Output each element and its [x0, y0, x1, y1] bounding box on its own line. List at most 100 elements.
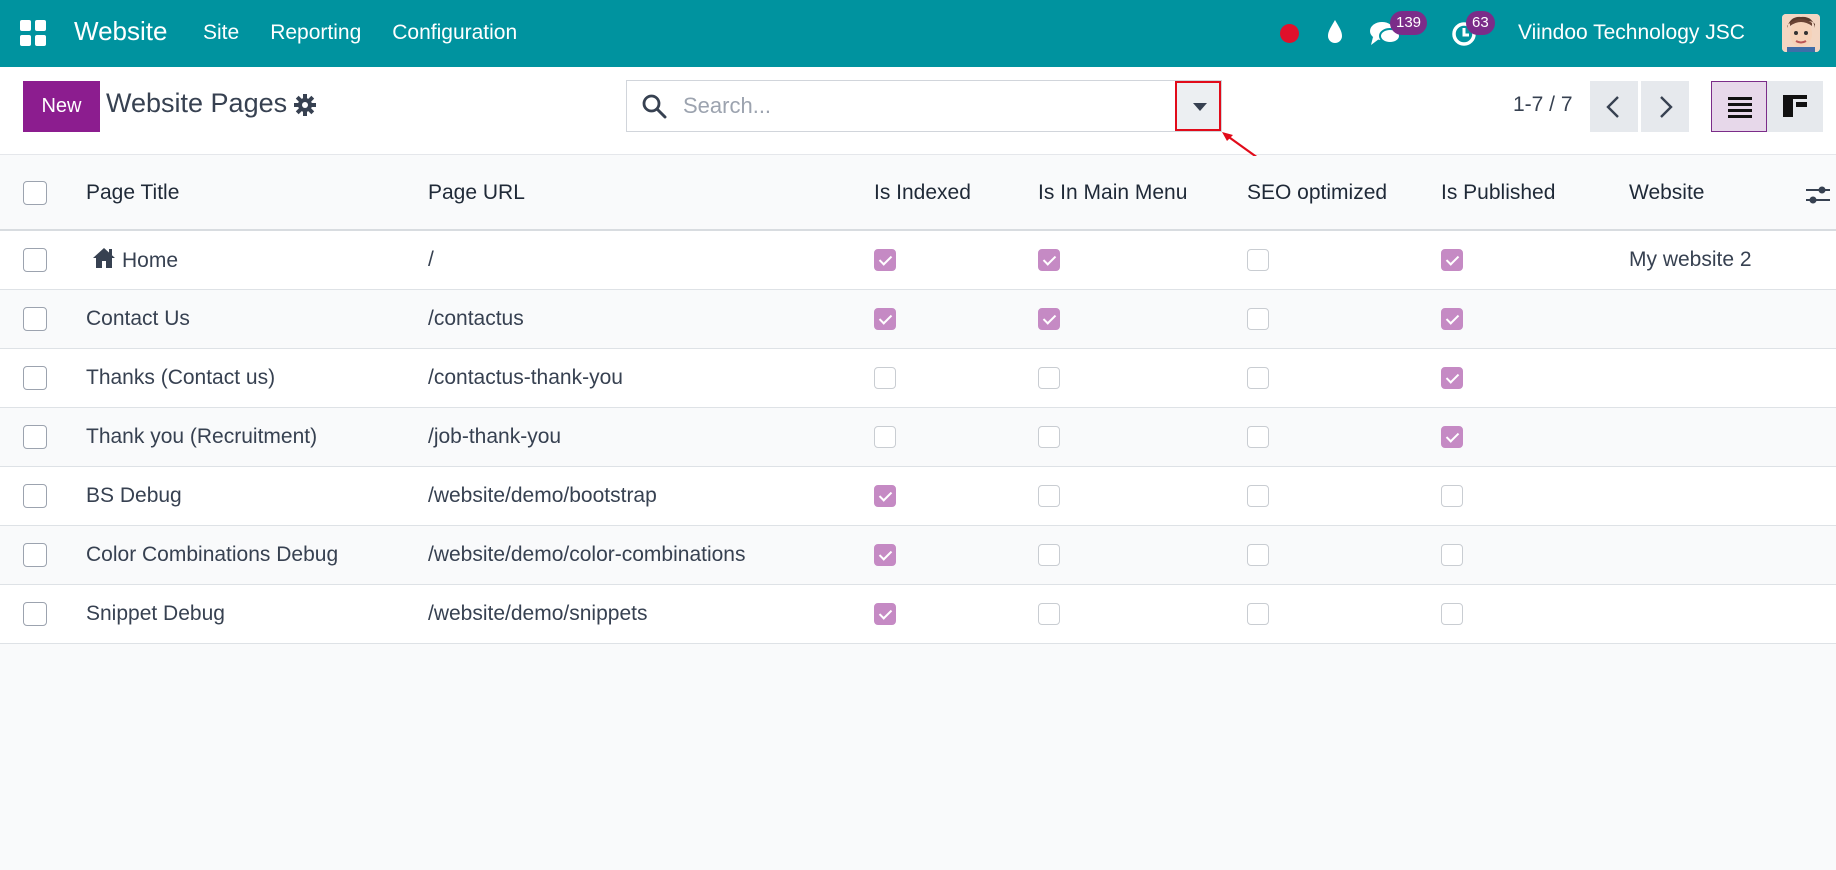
search-input[interactable] — [683, 91, 1183, 121]
row-select-checkbox[interactable] — [23, 601, 47, 626]
page-url-cell: /website/demo/color-combinations — [428, 542, 746, 566]
page-title-cell: Contact Us — [86, 306, 190, 330]
is-in-main-menu-checkbox — [1038, 484, 1060, 507]
table-row[interactable]: Thank you (Recruitment) /job-thank-you — [0, 407, 1836, 466]
optional-columns-icon[interactable] — [1804, 184, 1832, 206]
kanban-view-button[interactable] — [1767, 81, 1823, 132]
chevron-left-icon — [1606, 96, 1619, 118]
website-cell — [1629, 348, 1836, 407]
is-indexed-checkbox — [874, 307, 896, 330]
page-url-cell: /job-thank-you — [428, 424, 562, 448]
page-title-cell: BS Debug — [86, 483, 182, 507]
is-in-main-menu-checkbox — [1038, 366, 1060, 389]
pager-next-button[interactable] — [1641, 81, 1689, 132]
seo-optimized-checkbox — [1247, 307, 1269, 330]
website-cell — [1629, 289, 1836, 348]
messages-count-badge: 139 — [1390, 11, 1428, 35]
column-header-is-indexed[interactable]: Is Indexed — [874, 156, 1038, 230]
menu-item-reporting[interactable]: Reporting — [270, 21, 361, 45]
is-published-checkbox — [1441, 307, 1463, 330]
table-header-row: Page Title Page URL Is Indexed Is In Mai… — [0, 156, 1836, 230]
is-in-main-menu-checkbox — [1038, 249, 1060, 272]
search-options-toggle-button[interactable] — [1175, 81, 1221, 131]
is-published-checkbox — [1441, 602, 1463, 625]
page-title-cell: Color Combinations Debug — [86, 542, 339, 566]
control-panel: New Website Pages 1-7 / 7 — [0, 67, 1836, 159]
is-in-main-menu-checkbox — [1038, 307, 1060, 330]
list-view-icon — [1728, 97, 1752, 118]
table-row[interactable]: Home / My website 2 — [0, 230, 1836, 289]
user-avatar[interactable] — [1782, 14, 1820, 52]
seo-optimized-checkbox — [1247, 249, 1269, 272]
top-navbar: Website Site Reporting Configuration 139… — [0, 0, 1836, 67]
is-indexed-checkbox — [874, 366, 896, 389]
is-published-checkbox — [1441, 425, 1463, 448]
recording-indicator-icon[interactable] — [1280, 24, 1299, 43]
page-url-cell: /contactus — [428, 306, 524, 330]
row-select-checkbox[interactable] — [23, 483, 47, 508]
column-header-is-in-main-menu[interactable]: Is In Main Menu — [1038, 156, 1247, 230]
search-icon — [642, 94, 667, 119]
column-header-seo-optimized[interactable]: SEO optimized — [1247, 156, 1441, 230]
is-indexed-checkbox — [874, 425, 896, 448]
table-row[interactable]: BS Debug/website/demo/bootstrap — [0, 466, 1836, 525]
is-indexed-checkbox — [874, 249, 896, 272]
seo-optimized-checkbox — [1247, 543, 1269, 566]
home-icon — [93, 247, 115, 268]
row-select-checkbox[interactable] — [23, 306, 47, 331]
kanban-view-icon — [1783, 95, 1807, 117]
seo-optimized-checkbox — [1247, 602, 1269, 625]
is-published-checkbox — [1441, 484, 1463, 507]
column-header-is-published[interactable]: Is Published — [1441, 156, 1629, 230]
table-row[interactable]: Contact Us/contactus — [0, 289, 1836, 348]
seo-optimized-checkbox — [1247, 366, 1269, 389]
is-indexed-checkbox — [874, 484, 896, 507]
select-all-checkbox[interactable] — [23, 180, 47, 205]
column-header-page-title[interactable]: Page Title — [86, 156, 428, 230]
table-row[interactable]: Snippet Debug/website/demo/snippets — [0, 584, 1836, 643]
website-cell — [1629, 525, 1836, 584]
is-published-checkbox — [1441, 366, 1463, 389]
apps-menu-icon[interactable] — [20, 20, 46, 46]
menu-item-configuration[interactable]: Configuration — [392, 21, 517, 45]
is-in-main-menu-checkbox — [1038, 602, 1060, 625]
page-title-cell: Thank you (Recruitment) — [86, 424, 318, 448]
caret-down-icon — [1193, 103, 1207, 111]
pager-value[interactable]: 1-7 / 7 — [1513, 93, 1573, 117]
pager-previous-button[interactable] — [1590, 81, 1638, 132]
website-cell — [1629, 466, 1836, 525]
row-select-checkbox[interactable] — [23, 542, 47, 567]
website-cell — [1629, 584, 1836, 643]
table-row[interactable]: Thanks (Contact us) /contactus-thank-you — [0, 348, 1836, 407]
search-box — [626, 80, 1222, 132]
row-select-checkbox[interactable] — [23, 365, 47, 390]
water-drop-icon[interactable] — [1324, 18, 1346, 46]
page-url-cell: / — [428, 247, 434, 271]
table-row[interactable]: Color Combinations Debug/website/demo/co… — [0, 525, 1836, 584]
page-title-cell: Snippet Debug — [86, 601, 225, 625]
page-title: Website Pages — [106, 88, 288, 118]
activities-count-badge: 63 — [1466, 11, 1495, 35]
pages-list-table: Page Title Page URL Is Indexed Is In Mai… — [0, 156, 1836, 644]
seo-optimized-checkbox — [1247, 425, 1269, 448]
is-published-checkbox — [1441, 249, 1463, 272]
column-header-website[interactable]: Website — [1629, 181, 1704, 204]
is-published-checkbox — [1441, 543, 1463, 566]
company-switcher[interactable]: Viindoo Technology JSC — [1518, 21, 1745, 45]
is-in-main-menu-checkbox — [1038, 425, 1060, 448]
page-url-cell: /website/demo/snippets — [428, 601, 648, 625]
app-brand[interactable]: Website — [74, 16, 167, 47]
column-header-page-url[interactable]: Page URL — [428, 156, 874, 230]
page-url-cell: /contactus-thank-you — [428, 365, 623, 389]
gear-icon[interactable] — [294, 94, 316, 116]
page-title-cell: Thanks (Contact us) — [86, 365, 276, 389]
menu-item-site[interactable]: Site — [203, 21, 239, 45]
row-select-checkbox[interactable] — [23, 247, 47, 272]
is-indexed-checkbox — [874, 543, 896, 566]
main-menu: Site Reporting Configuration — [203, 21, 548, 45]
row-select-checkbox[interactable] — [23, 424, 47, 449]
new-button[interactable]: New — [23, 81, 100, 132]
page-url-cell: /website/demo/bootstrap — [428, 483, 657, 507]
list-view-button[interactable] — [1711, 81, 1767, 132]
seo-optimized-checkbox — [1247, 484, 1269, 507]
